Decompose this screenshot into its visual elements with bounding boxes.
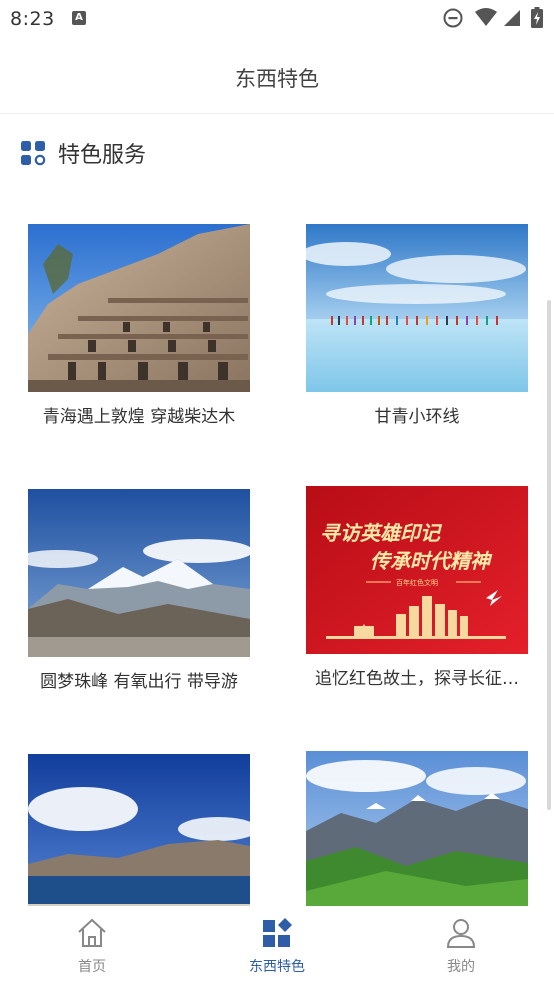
scrollbar[interactable] [547, 300, 551, 810]
service-card[interactable]: 甘青小环线 [306, 224, 528, 427]
card-image-everest [28, 489, 250, 657]
grid-apps-icon [21, 141, 46, 166]
wifi-icon [475, 8, 497, 26]
card-caption: 圆梦珠峰 有氧出行 带导游 [40, 672, 238, 692]
service-card[interactable] [306, 751, 528, 929]
card-caption: 青海遇上敦煌 穿越柴达木 [42, 407, 236, 427]
card-image-grottoes [28, 224, 250, 392]
page-title: 东西特色 [235, 67, 319, 91]
home-icon [78, 918, 106, 947]
card-image-red-poster: 寻访英雄印记 传承时代精神 百年红色文明 [306, 486, 528, 654]
battery-charging-icon [531, 7, 543, 28]
category-grid-icon [263, 918, 292, 947]
do-not-disturb-icon [443, 8, 463, 28]
card-image-salt-lake [306, 224, 528, 392]
service-card[interactable]: 青海遇上敦煌 穿越柴达木 [28, 224, 250, 427]
app-screen: 8:23 A 东西特色 特色服务 青海遇上敦煌 穿越柴达木 甘青小环线 圆梦珠峰… [0, 0, 554, 984]
card-image-green-valley [306, 751, 528, 919]
tab-mine[interactable]: 我的 [401, 916, 521, 976]
service-card[interactable]: 寻访英雄印记 传承时代精神 百年红色文明 追忆红色故土，探寻长征… [306, 486, 528, 689]
bottom-tab-bar: 首页 东西特色 我的 [0, 906, 554, 984]
card-caption: 甘青小环线 [374, 407, 460, 427]
status-bar: 8:23 A [0, 0, 554, 38]
card-image-mountain-lake [28, 754, 250, 922]
tab-label: 首页 [78, 959, 106, 975]
service-card[interactable]: 圆梦珠峰 有氧出行 带导游 [28, 489, 250, 692]
keyboard-a-icon: A [72, 11, 86, 25]
app-header: 东西特色 [0, 38, 554, 114]
person-icon [446, 919, 476, 948]
poster-line1: 寻访英雄印记 [320, 521, 443, 545]
tab-east-west-features[interactable]: 东西特色 [217, 916, 337, 976]
status-time: 8:23 [10, 8, 55, 30]
poster-line2: 传承时代精神 [370, 549, 493, 573]
section-title: 特色服务 [58, 143, 147, 168]
tab-home[interactable]: 首页 [32, 916, 152, 976]
tab-label: 我的 [447, 959, 475, 975]
poster-sub: 百年红色文明 [396, 578, 438, 587]
tab-label: 东西特色 [249, 959, 305, 975]
section-heading: 特色服务 [20, 138, 146, 168]
cell-signal-icon [504, 10, 520, 26]
card-caption: 追忆红色故土，探寻长征… [315, 669, 519, 689]
